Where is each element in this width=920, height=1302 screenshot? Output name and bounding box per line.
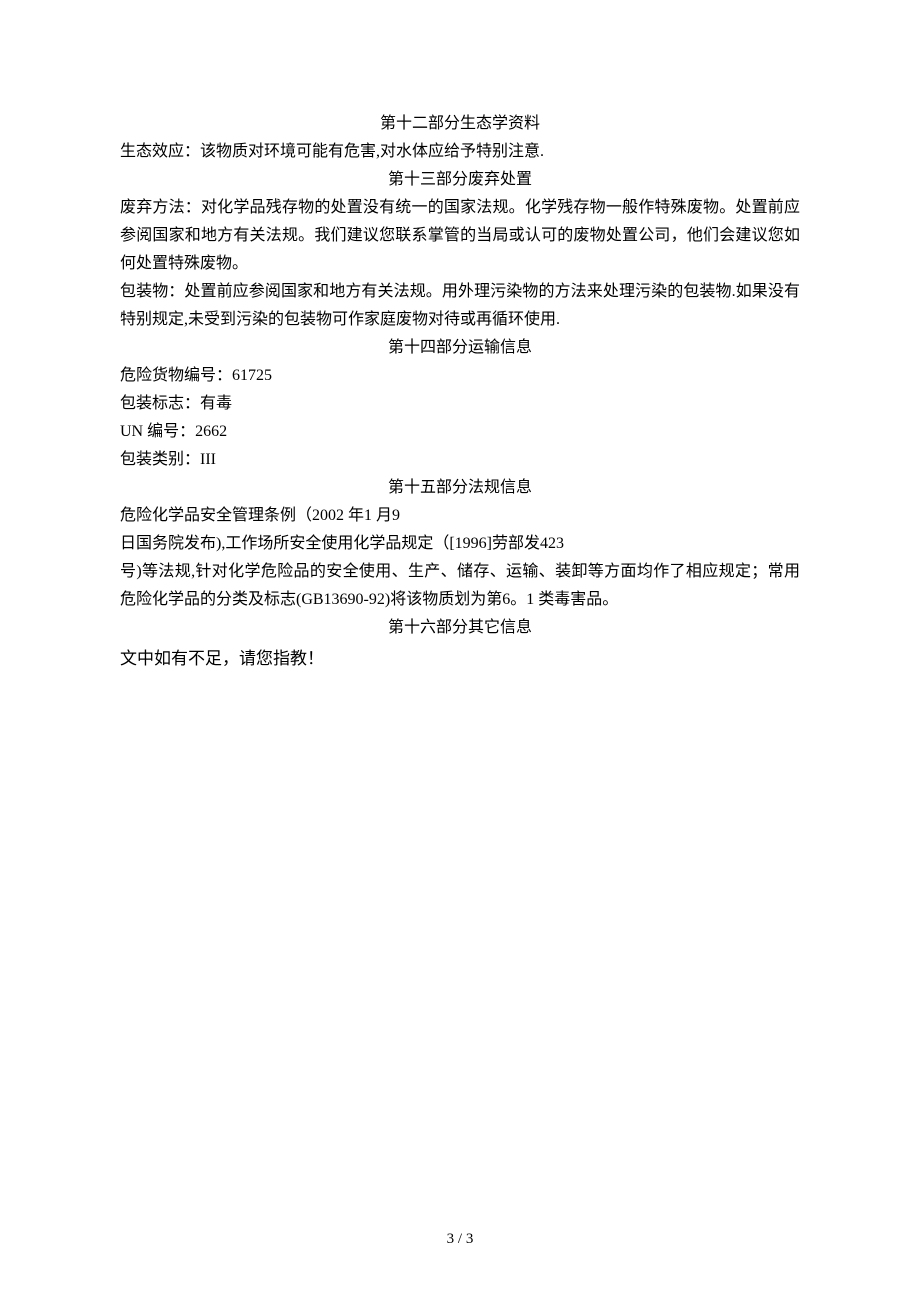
section-14-heading: 第十四部分运输信息 — [120, 334, 800, 362]
section-12-heading: 第十二部分生态学资料 — [120, 110, 800, 138]
section-15-line-2: 日国务院发布),工作场所安全使用化学品规定（[1996]劳部发423 — [120, 530, 800, 558]
section-14-line-3: UN 编号：2662 — [120, 418, 800, 446]
section-13-body-1: 废弃方法：对化学品残存物的处置没有统一的国家法规。化学残存物一般作特殊废物。处置… — [120, 194, 800, 278]
section-16-heading: 第十六部分其它信息 — [120, 614, 800, 642]
section-14-line-4: 包装类别：III — [120, 446, 800, 474]
section-15-line-3: 号)等法规,针对化学危险品的安全使用、生产、储存、运输、装卸等方面均作了相应规定… — [120, 558, 800, 614]
section-12-body: 生态效应：该物质对环境可能有危害,对水体应给予特别注意. — [120, 138, 800, 166]
section-15-line-1: 危险化学品安全管理条例（2002 年1 月9 — [120, 502, 800, 530]
section-13-heading: 第十三部分废弃处置 — [120, 166, 800, 194]
section-13-body-2: 包装物：处置前应参阅国家和地方有关法规。用外理污染物的方法来处理污染的包装物.如… — [120, 278, 800, 334]
document-page: 第十二部分生态学资料 生态效应：该物质对环境可能有危害,对水体应给予特别注意. … — [0, 0, 920, 1302]
page-footer: 3 / 3 — [0, 1226, 920, 1252]
closing-remark: 文中如有不足，请您指教！ — [120, 644, 800, 674]
section-14-line-2: 包装标志：有毒 — [120, 390, 800, 418]
section-15-heading: 第十五部分法规信息 — [120, 474, 800, 502]
section-14-line-1: 危险货物编号：61725 — [120, 362, 800, 390]
